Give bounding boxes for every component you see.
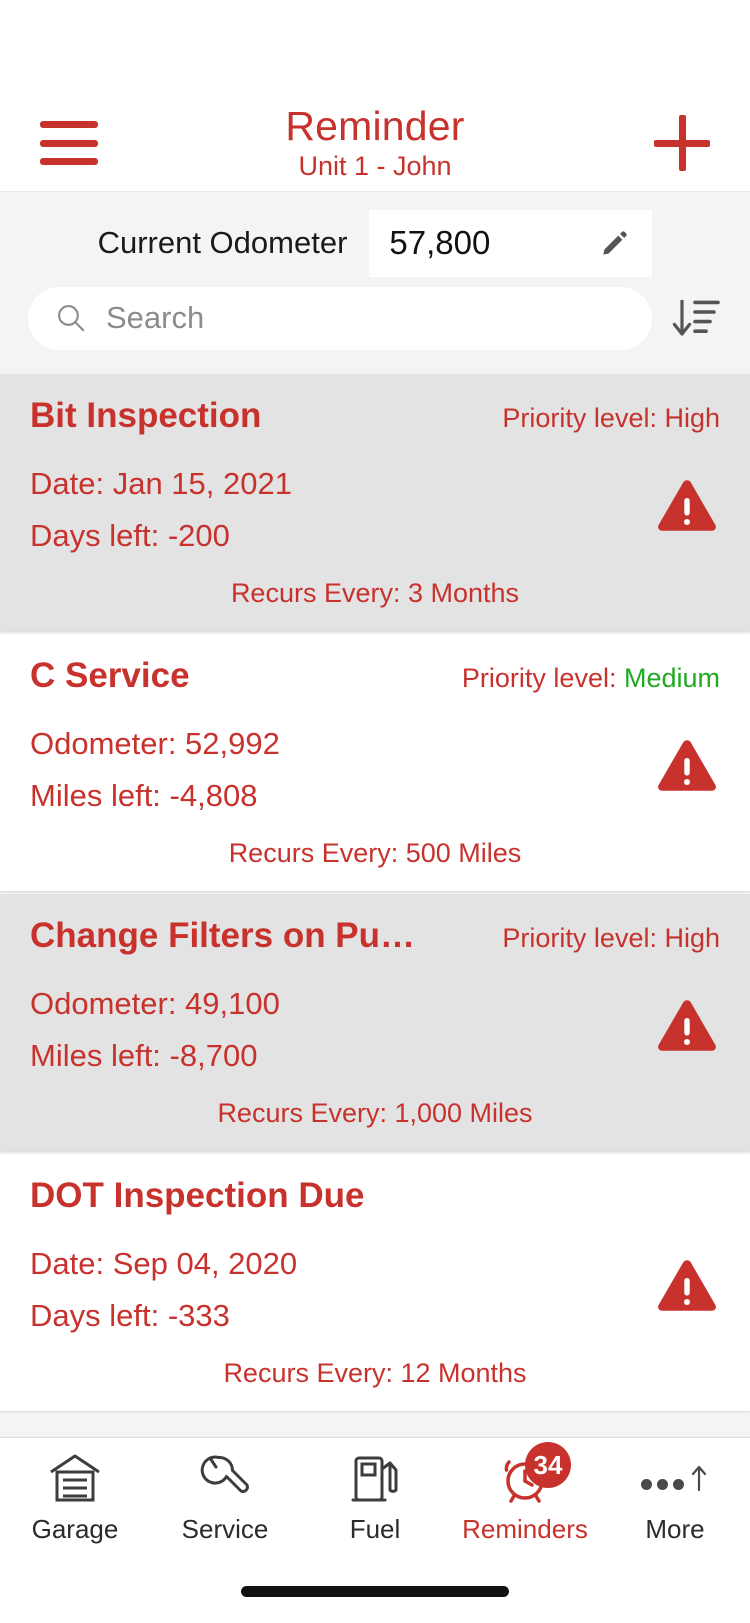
priority-value: Medium — [623, 663, 720, 693]
priority-value: High — [664, 403, 720, 433]
hamburger-menu-icon[interactable] — [40, 121, 98, 165]
reminder-details: Date: Jan 15, 2021 Days left: -200 — [30, 458, 720, 562]
up-arrow-icon — [691, 1465, 707, 1492]
page-subtitle: Unit 1 - John — [298, 151, 452, 181]
reminder-detail-secondary: Days left: -333 — [30, 1298, 230, 1333]
tab-fuel[interactable]: Fuel — [300, 1450, 450, 1545]
home-indicator — [241, 1585, 509, 1597]
reminder-title: C Service — [30, 656, 190, 695]
reminder-recurrence: Recurs Every: 3 Months — [230, 578, 520, 608]
warning-triangle-icon — [658, 480, 716, 531]
warning-triangle-icon — [658, 1260, 716, 1311]
tab-label: Garage — [31, 1514, 119, 1544]
tab-reminders[interactable]: 34 Reminders — [450, 1442, 600, 1545]
odometer-search-zone: Current Odometer 57,800 Search — [0, 192, 750, 372]
app-screen: Reminder Unit 1 - John Current Odometer … — [0, 0, 750, 1623]
reminder-card[interactable]: Change Filters on Pu… Priority level: Hig… — [0, 894, 750, 1151]
reminder-detail-primary: Odometer: 49,100 — [30, 986, 280, 1021]
tab-label: More — [645, 1514, 705, 1544]
priority-label: Priority level: — [502, 403, 665, 433]
reminder-recurrence: Recurs Every: 500 Miles — [228, 838, 522, 868]
reminder-card-header: Bit Inspection Priority level: High — [30, 396, 720, 436]
reminder-detail-primary: Date: Jan 15, 2021 — [30, 466, 292, 501]
tab-icon-wrapper — [350, 1450, 400, 1506]
reminder-detail-primary: Odometer: 52,992 — [30, 726, 280, 761]
garage-icon — [50, 1454, 100, 1502]
reminder-detail-secondary: Miles left: -4,808 — [30, 778, 258, 813]
warning-triangle-icon — [658, 1000, 716, 1051]
search-row: Search — [28, 280, 722, 356]
bottom-tab-bar: Garage Service Fuel 34 Reminders More — [0, 1437, 750, 1559]
reminder-title: Change Filters on Pu… — [30, 916, 416, 955]
header-title-block: Reminder Unit 1 - John — [0, 95, 750, 191]
tab-label: Fuel — [349, 1514, 401, 1544]
add-reminder-button[interactable] — [654, 115, 710, 171]
reminder-detail-secondary: Miles left: -8,700 — [30, 1038, 258, 1073]
app-header: Reminder Unit 1 - John — [0, 95, 750, 192]
reminder-card[interactable]: Bit Inspection Priority level: High Date: … — [0, 374, 750, 631]
tab-service[interactable]: Service — [150, 1450, 300, 1545]
page-title: Reminder — [285, 103, 465, 149]
notification-badge: 34 — [525, 1442, 571, 1488]
odometer-label: Current Odometer — [97, 225, 348, 260]
priority-value: High — [664, 923, 720, 953]
tab-more[interactable]: More — [600, 1450, 750, 1545]
reminder-detail-secondary: Days left: -200 — [30, 518, 230, 553]
tab-label: Service — [181, 1514, 269, 1544]
reminder-details: Odometer: 52,992 Miles left: -4,808 — [30, 718, 720, 822]
more-icon — [641, 1463, 709, 1493]
pencil-icon[interactable] — [600, 228, 630, 258]
status-bar — [0, 0, 750, 95]
wrench-icon — [200, 1455, 249, 1493]
priority-level: Priority level: High — [502, 923, 720, 954]
reminder-card-header: DOT Inspection Due — [30, 1176, 720, 1216]
tab-icon-wrapper — [641, 1450, 709, 1506]
reminder-list[interactable]: Bit Inspection Priority level: High Date: … — [0, 372, 750, 1437]
reminder-details: Date: Sep 04, 2020 Days left: -333 — [30, 1238, 720, 1342]
reminder-recurrence: Recurs Every: 1,000 Miles — [217, 1098, 533, 1128]
sort-descending-icon[interactable] — [670, 296, 722, 340]
search-placeholder: Search — [106, 300, 205, 335]
reminder-detail-primary: Date: Sep 04, 2020 — [30, 1246, 298, 1281]
reminder-recurrence: Recurs Every: 12 Months — [223, 1358, 527, 1388]
odometer-input[interactable]: 57,800 — [369, 209, 653, 277]
priority-level: Priority level: Medium — [462, 663, 720, 694]
warning-triangle-icon — [658, 740, 716, 791]
search-input[interactable]: Search — [28, 286, 652, 350]
priority-level: Priority level: High — [502, 403, 720, 434]
reminder-details: Odometer: 49,100 Miles left: -8,700 — [30, 978, 720, 1082]
tab-icon-wrapper: 34 — [499, 1442, 571, 1506]
reminder-card[interactable]: DOT Inspection Due Date: Sep 04, 2020 Days… — [0, 1154, 750, 1411]
search-icon — [58, 305, 85, 332]
fuel-pump-icon — [351, 1456, 398, 1502]
reminder-title: Bit Inspection — [30, 396, 262, 435]
priority-label: Priority level: — [502, 923, 665, 953]
tab-label: Reminders — [462, 1514, 588, 1544]
odometer-value: 57,800 — [389, 224, 491, 261]
reminder-card-header: Change Filters on Pu… Priority level: Hig… — [30, 916, 720, 956]
reminder-title: DOT Inspection Due — [30, 1176, 365, 1215]
odometer-row: Current Odometer 57,800 — [28, 192, 722, 280]
reminder-card[interactable]: C Service Priority level: Medium Odometer:… — [0, 634, 750, 891]
tab-garage[interactable]: Garage — [0, 1450, 150, 1545]
tab-icon-wrapper — [48, 1450, 102, 1506]
tab-icon-wrapper — [199, 1450, 251, 1506]
reminder-card-header: C Service Priority level: Medium — [30, 656, 720, 696]
home-indicator-area — [0, 1559, 750, 1623]
priority-label: Priority level: — [461, 663, 624, 693]
